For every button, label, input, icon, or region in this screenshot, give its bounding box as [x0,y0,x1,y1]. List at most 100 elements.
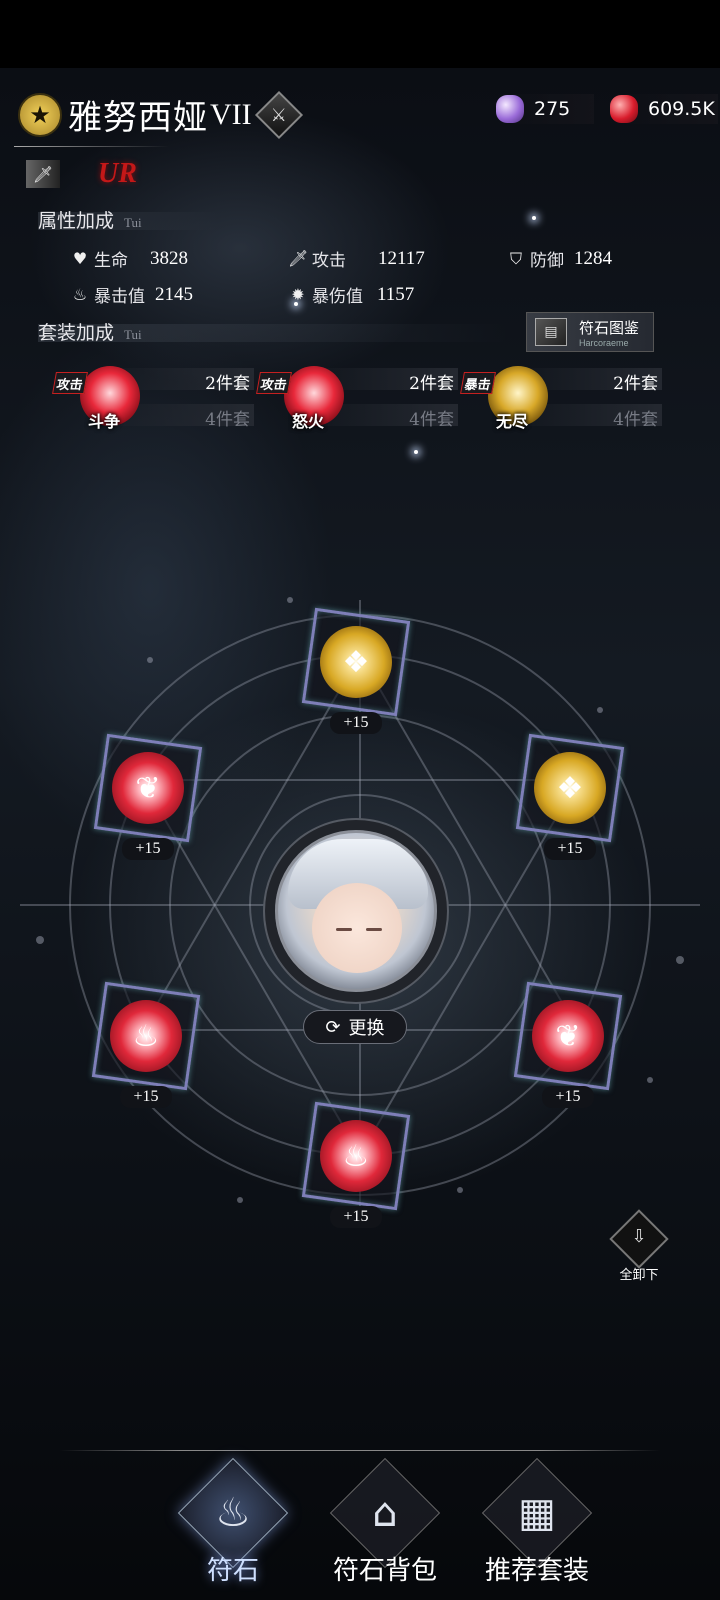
set-four-piece: 4件套 [205,410,250,430]
stat-hp: ♥ 生命 3828 [70,246,188,272]
flame-icon: ♨ [72,285,88,304]
character-portrait[interactable] [275,830,437,992]
set-tag: 攻击 [256,372,292,394]
sparkle [414,450,418,454]
fang-rune-icon: ❖ [320,626,392,698]
runestone-icon: ♨ [215,1490,251,1536]
sets-title-text: 套装加成 [38,322,115,344]
rune-slot-lower-left[interactable]: ♨ +15 [91,981,201,1108]
currency-value: 275 [534,98,571,120]
unequip-icon: ⇩ [631,1226,647,1247]
stat-value: 12117 [378,247,425,269]
stat-defense: ⛉ 防御 1284 [506,246,612,272]
stat-label: 暴伤值 [312,287,363,307]
stat-label: 生命 [94,251,128,271]
stat-value: 1157 [377,283,415,305]
set-name: 斗争 [88,412,121,431]
character-header: ★ 雅努西娅 VII ⚔ [18,90,303,139]
sword-class-icon: 🗡 [26,160,60,188]
set-four-piece: 4件套 [613,410,658,430]
flame-rune-icon: ♨ [320,1120,392,1192]
purple-crystal-icon [496,95,524,123]
stat-value: 1284 [574,247,612,269]
stat-value: 2145 [155,283,193,305]
weapon-class-icon[interactable]: ⚔ [254,90,303,139]
portrait-face [312,883,402,973]
faction-star-icon: ★ [18,92,62,137]
nav-runestone-bag[interactable]: ⌂ 符石背包 [310,1457,460,1592]
backpack-icon: ⌂ [372,1490,398,1536]
set-bonus-struggle[interactable]: 攻击 斗争 2件套 4件套 [52,364,254,434]
fang-rune-icon: ❖ [534,752,606,824]
rune-slot-top[interactable]: ❖ +15 [301,607,411,734]
rune-slot-bottom[interactable]: ♨ +15 [301,1101,411,1228]
sparkle [532,216,536,220]
codex-title: 符石图鉴 [579,318,640,337]
attributes-title: 属性加成 Tui [38,206,142,233]
slot-level: +15 [120,1086,172,1108]
slot-level: +15 [122,838,174,860]
status-bar [0,0,720,68]
crit-damage-icon: ✹ [291,285,305,304]
set-four-piece: 4件套 [409,410,454,430]
attributes-title-text: 属性加成 [38,210,115,232]
set-name: 无尽 [496,412,529,431]
flame-rune-icon: ♨ [110,1000,182,1072]
set-two-piece: 2件套 [205,374,250,394]
swap-label: 更换 [348,1018,385,1039]
runestone-codex-button[interactable]: ▤ 符石图鉴 Harcoraeme [526,312,654,352]
rune-slot-upper-right[interactable]: ❖ +15 [515,733,625,860]
swap-icon: ⟳ [325,1016,341,1038]
set-bonus-fury[interactable]: 攻击 怒火 2件套 4件套 [256,364,458,434]
swap-character-button[interactable]: ⟳ 更换 [303,1010,407,1044]
nav-label: 符石背包 [332,1556,437,1586]
shield-icon: ⛉ [509,248,522,268]
slot-level: +15 [330,712,382,734]
slot-level: +15 [544,838,596,860]
portrait-eye [366,928,382,931]
unequip-label: 全卸下 [619,1268,659,1283]
set-name: 怒火 [292,412,325,431]
set-tag: 暴击 [460,372,496,394]
unequip-all-button[interactable]: ⇩ 全卸下 [606,1209,670,1283]
nav-divider [60,1450,660,1451]
book-icon: ▤ [535,318,567,346]
stat-crit-damage: ✹ 暴伤值 1157 [288,282,415,308]
set-bonus-endless[interactable]: 暴击 无尽 2件套 4件套 [460,364,662,434]
currency-purple[interactable]: 275 [496,94,594,124]
slot-level: +15 [330,1206,382,1228]
red-crystal-icon [610,95,638,123]
rune-slot-upper-left[interactable]: ❦ +15 [93,733,203,860]
set-two-piece: 2件套 [613,374,658,394]
slot-level: +15 [542,1086,594,1108]
set-two-piece: 2件套 [409,374,454,394]
portrait-eye [336,928,352,931]
character-rank: VII [210,97,252,131]
sword-icon: 🗡 [288,249,309,268]
class-row: 🗡 UR [26,158,137,190]
stat-attack: 🗡 攻击 12117 [288,246,425,272]
cards-icon: ▦ [518,1490,556,1536]
currency-value: 609.5K [648,98,715,120]
sets-subtitle: Tui [124,327,142,342]
stat-label: 暴击值 [94,287,145,307]
stat-label: 攻击 [312,251,346,271]
rarity-badge: UR [98,158,137,189]
stat-label: 防御 [530,251,564,271]
header-divider [14,146,169,147]
stat-value: 3828 [150,247,188,269]
currency-red[interactable]: 609.5K [610,94,718,124]
character-name: 雅努西娅 [68,100,208,137]
rune-slot-lower-right[interactable]: ❦ +15 [513,981,623,1108]
nav-runestone[interactable]: ♨ 符石 [158,1457,308,1592]
tree-rune-icon: ❦ [112,752,184,824]
heart-icon: ♥ [72,249,88,268]
set-tag: 攻击 [52,372,88,394]
stat-crit: ♨ 暴击值 2145 [70,282,193,308]
codex-subtitle: Harcoraeme [579,337,629,348]
nav-label: 符石 [206,1556,259,1586]
tree-rune-icon: ❦ [532,1000,604,1072]
nav-label: 推荐套装 [484,1556,589,1586]
attributes-subtitle: Tui [124,215,142,230]
nav-recommended-sets[interactable]: ▦ 推荐套装 [462,1457,612,1592]
